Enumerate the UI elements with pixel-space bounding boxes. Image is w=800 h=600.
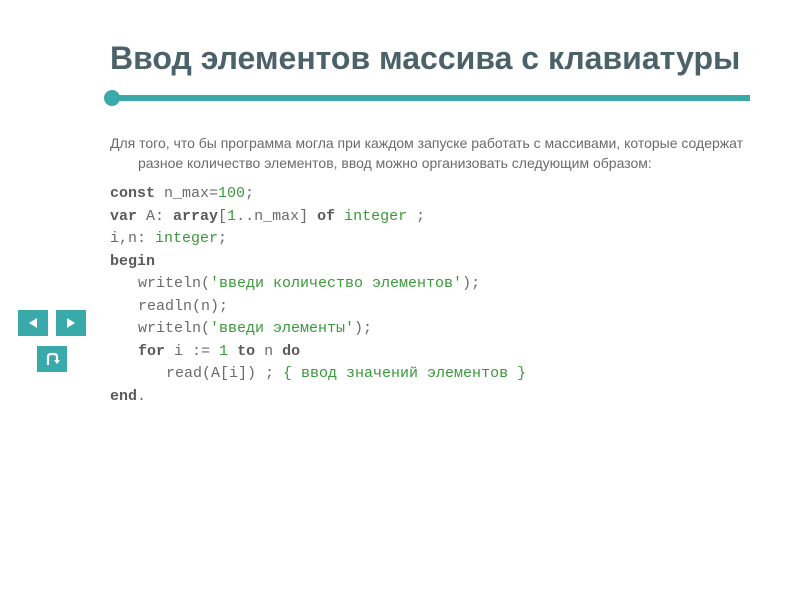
title-underline (110, 91, 750, 105)
underline-circle (104, 90, 120, 106)
underline-bar (110, 95, 750, 101)
nav-next-button[interactable] (56, 310, 86, 336)
slide-content: Ввод элементов массива с клавиатуры Для … (0, 0, 800, 448)
code-line-readln: readln(n); (110, 296, 750, 319)
code-line-end: end. (110, 386, 750, 409)
nav-home-button[interactable] (37, 346, 67, 372)
code-line-const: const n_max=100; (110, 183, 750, 206)
arrow-right-icon (63, 316, 79, 330)
code-line-writeln2: writeln('введи элементы'); (110, 318, 750, 341)
nav-prev-button[interactable] (18, 310, 48, 336)
code-block: const n_max=100; var A: array[1..n_max] … (110, 183, 750, 408)
code-line-read: read(A[i]) ; { ввод значений элементов } (110, 363, 750, 386)
code-line-writeln1: writeln('введи количество элементов'); (110, 273, 750, 296)
code-line-begin: begin (110, 251, 750, 274)
code-line-for: for i := 1 to n do (110, 341, 750, 364)
slide-title: Ввод элементов массива с клавиатуры (110, 40, 750, 77)
code-line-var-in: i,n: integer; (110, 228, 750, 251)
code-line-var-a: var A: array[1..n_max] of integer ; (110, 206, 750, 229)
u-turn-icon (43, 351, 61, 367)
intro-text: Для того, что бы программа могла при каж… (110, 133, 750, 174)
arrow-left-icon (25, 316, 41, 330)
nav-buttons (18, 310, 86, 372)
